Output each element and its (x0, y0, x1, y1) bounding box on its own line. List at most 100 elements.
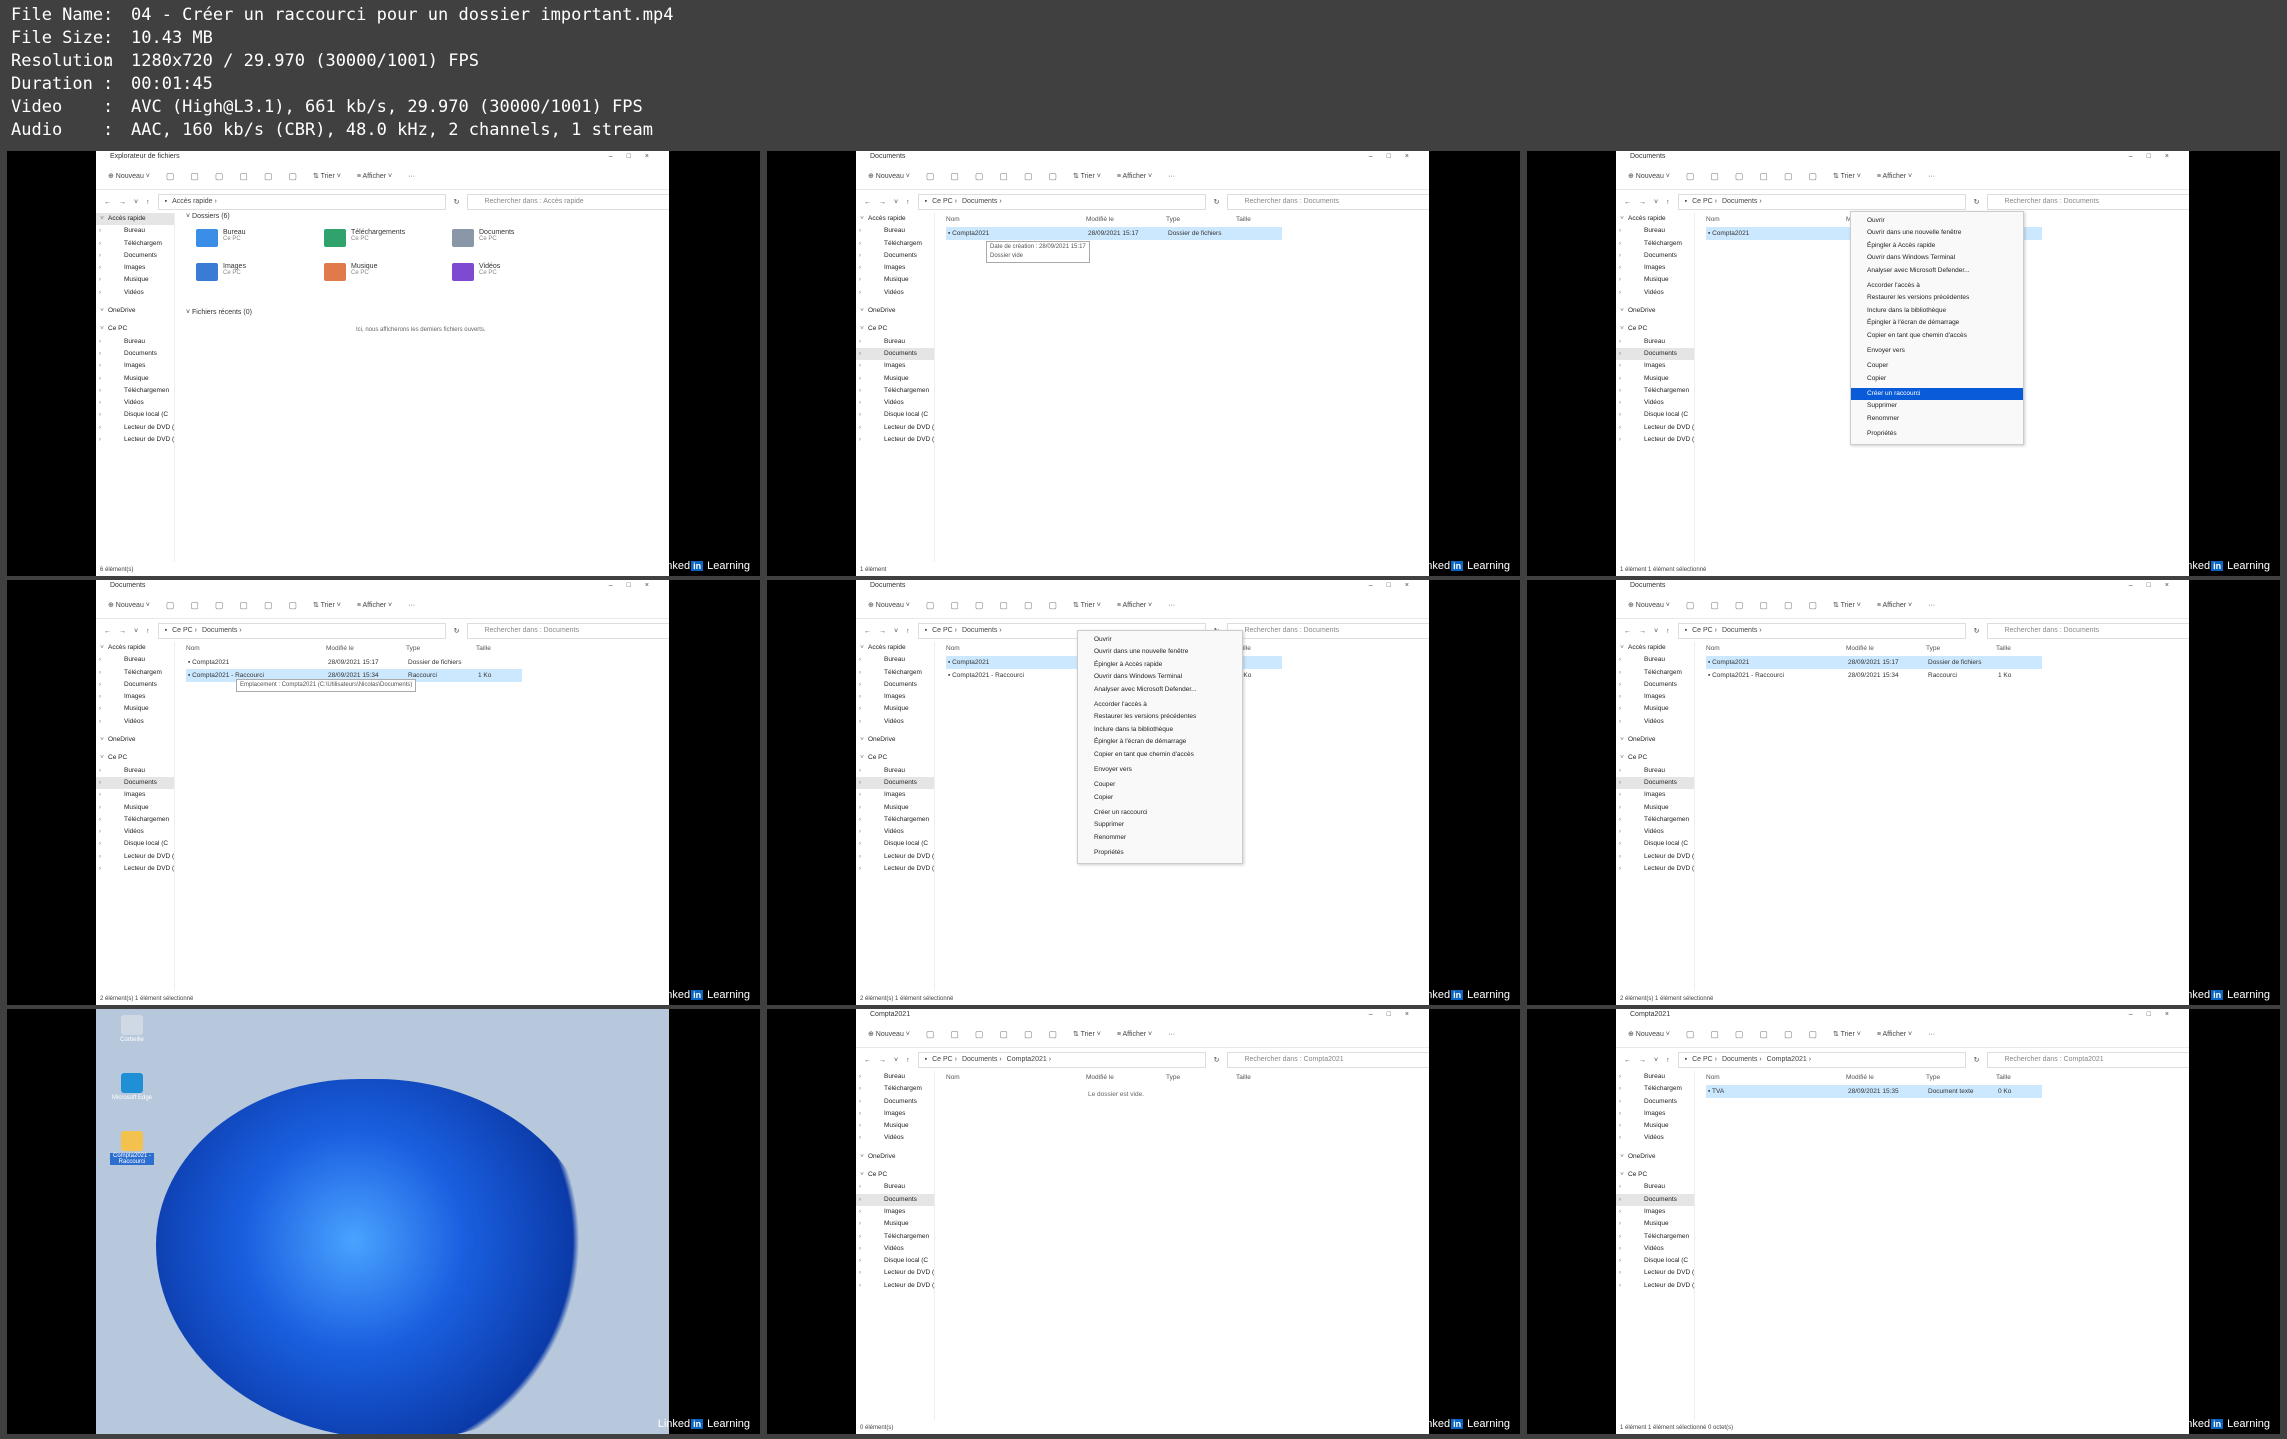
menu-item[interactable]: Ouvrir dans Windows Terminal (1851, 252, 2023, 264)
recent-icon[interactable]: ˅ (1654, 628, 1658, 635)
nav-item[interactable]: › Images (1616, 789, 1694, 801)
column-header[interactable]: Nom (946, 1071, 1086, 1085)
menu-item[interactable]: Renommer (1078, 832, 1242, 844)
window-controls[interactable]: –□× (2129, 1009, 2183, 1021)
menu-item[interactable]: Renommer (1851, 413, 2023, 425)
file-row[interactable]: ▪ Compta2021 - Raccourci 28/09/2021 15:34… (1706, 669, 2042, 682)
nav-item[interactable]: › Bureau (856, 1181, 934, 1193)
chevron-icon[interactable]: › (96, 814, 104, 826)
nav-item[interactable]: › Téléchargem (856, 1083, 934, 1095)
chevron-icon[interactable]: › (1616, 826, 1624, 838)
nav-item[interactable]: › Bureau (1616, 765, 1694, 777)
nav-item[interactable]: › Téléchargem (1616, 1083, 1694, 1095)
nav-item[interactable]: › Images (96, 262, 174, 274)
delete-icon[interactable]: ▢ (288, 600, 297, 611)
chevron-icon[interactable]: › (1616, 851, 1624, 863)
back-icon[interactable]: ← (104, 199, 111, 206)
nav-item[interactable]: › Musique (1616, 802, 1694, 814)
window-controls[interactable]: –□× (1369, 151, 1423, 163)
chevron-icon[interactable]: › (856, 1206, 864, 1218)
chevron-icon[interactable]: › (1616, 667, 1624, 679)
chevron-icon[interactable]: › (1616, 1280, 1624, 1292)
chevron-icon[interactable]: › (856, 654, 864, 666)
copy-icon[interactable]: ▢ (190, 600, 199, 611)
nav-item[interactable]: › Lecteur de DVD ( (1616, 863, 1694, 875)
menu-item[interactable]: Ouvrir (1078, 634, 1242, 646)
recent-icon[interactable]: ˅ (134, 199, 138, 206)
window-controls[interactable]: –□× (1369, 1009, 1423, 1021)
address-bar[interactable]: ▪ Ce PC › Documents › (917, 194, 1206, 210)
chevron-icon[interactable]: › (856, 360, 864, 372)
nav-item[interactable]: ˅ OneDrive (1616, 734, 1694, 746)
window-controls[interactable]: –□× (1369, 580, 1423, 592)
menu-item[interactable]: Épingler à Accès rapide (1851, 240, 2023, 252)
chevron-icon[interactable]: › (96, 802, 104, 814)
chevron-icon[interactable]: › (1616, 1108, 1624, 1120)
menu-item[interactable]: Copier (1851, 373, 2023, 385)
nav-item[interactable]: › Images (856, 789, 934, 801)
menu-item[interactable]: Créer un raccourci (1078, 807, 1242, 819)
rename-icon[interactable]: ▢ (1759, 1029, 1768, 1040)
chevron-icon[interactable]: › (856, 434, 864, 446)
forward-icon[interactable]: → (119, 199, 126, 206)
nav-item[interactable]: › Lecteur de DVD ( (1616, 434, 1694, 446)
chevron-icon[interactable]: › (96, 250, 104, 262)
nav-item[interactable]: ˅ OneDrive (96, 305, 174, 317)
chevron-icon[interactable]: ˅ (858, 642, 866, 654)
nav-item[interactable]: › Documents (1616, 679, 1694, 691)
breadcrumb-segment[interactable]: Accès rapide › (172, 195, 217, 209)
view-button[interactable]: ≡ Afficher ˅ (1117, 602, 1152, 609)
address-bar[interactable]: ▪ Ce PC › Documents › (1677, 194, 1966, 210)
breadcrumb-segment[interactable]: Documents › (202, 624, 242, 638)
nav-item[interactable]: › Bureau (856, 225, 934, 237)
refresh-icon[interactable]: ↻ (1974, 198, 1980, 206)
chevron-icon[interactable]: › (1616, 1267, 1624, 1279)
chevron-icon[interactable]: › (96, 826, 104, 838)
chevron-icon[interactable]: ˅ (98, 752, 106, 764)
menu-item[interactable]: Supprimer (1851, 400, 2023, 412)
forward-icon[interactable]: → (879, 1057, 886, 1064)
nav-item[interactable]: ˅ Accès rapide (856, 213, 934, 225)
chevron-icon[interactable]: › (96, 238, 104, 250)
delete-icon[interactable]: ▢ (288, 171, 297, 182)
chevron-icon[interactable]: › (1616, 679, 1624, 691)
nav-item[interactable]: › Téléchargemen (856, 385, 934, 397)
chevron-icon[interactable]: › (856, 1071, 864, 1083)
nav-item[interactable]: › Lecteur de DVD ( (96, 422, 174, 434)
chevron-icon[interactable]: › (856, 802, 864, 814)
chevron-icon[interactable]: › (1616, 262, 1624, 274)
nav-item[interactable]: › Images (96, 360, 174, 372)
refresh-icon[interactable]: ↻ (454, 198, 460, 206)
chevron-icon[interactable]: › (96, 274, 104, 286)
nav-item[interactable]: › Bureau (856, 654, 934, 666)
menu-item[interactable]: Ouvrir dans une nouvelle fenêtre (1078, 646, 1242, 658)
chevron-icon[interactable]: › (96, 385, 104, 397)
breadcrumb-segment[interactable]: Ce PC › (1692, 624, 1717, 638)
chevron-icon[interactable]: › (856, 348, 864, 360)
delete-icon[interactable]: ▢ (1048, 1029, 1057, 1040)
breadcrumb-segment[interactable]: Documents › (962, 624, 1002, 638)
breadcrumb-segment[interactable]: Documents › (1722, 624, 1762, 638)
chevron-icon[interactable]: › (856, 1194, 864, 1206)
chevron-icon[interactable]: › (1616, 814, 1624, 826)
chevron-icon[interactable]: › (856, 1243, 864, 1255)
search-input[interactable]: Rechercher dans : Documents (1227, 194, 1429, 210)
nav-item[interactable]: › Musique (96, 373, 174, 385)
chevron-icon[interactable]: › (96, 262, 104, 274)
chevron-icon[interactable]: › (1616, 1243, 1624, 1255)
nav-item[interactable]: › Documents (96, 679, 174, 691)
nav-item[interactable]: › Bureau (96, 336, 174, 348)
nav-item[interactable]: › Documents (856, 347, 934, 361)
file-row[interactable]: ▪ Compta2021 28/09/2021 15:17 Dossier de f… (186, 656, 522, 669)
chevron-icon[interactable]: › (1616, 802, 1624, 814)
nav-item[interactable]: › Téléchargemen (1616, 385, 1694, 397)
nav-item[interactable]: › Vidéos (856, 397, 934, 409)
chevron-icon[interactable]: › (856, 287, 864, 299)
nav-item[interactable]: › Vidéos (96, 716, 174, 728)
nav-item[interactable]: › Musique (96, 703, 174, 715)
chevron-icon[interactable]: ˅ (858, 323, 866, 335)
chevron-icon[interactable]: › (96, 434, 104, 446)
more-icon[interactable]: ··· (1928, 1031, 1935, 1038)
chevron-icon[interactable]: ˅ (98, 305, 106, 317)
nav-item[interactable]: › Vidéos (856, 287, 934, 299)
